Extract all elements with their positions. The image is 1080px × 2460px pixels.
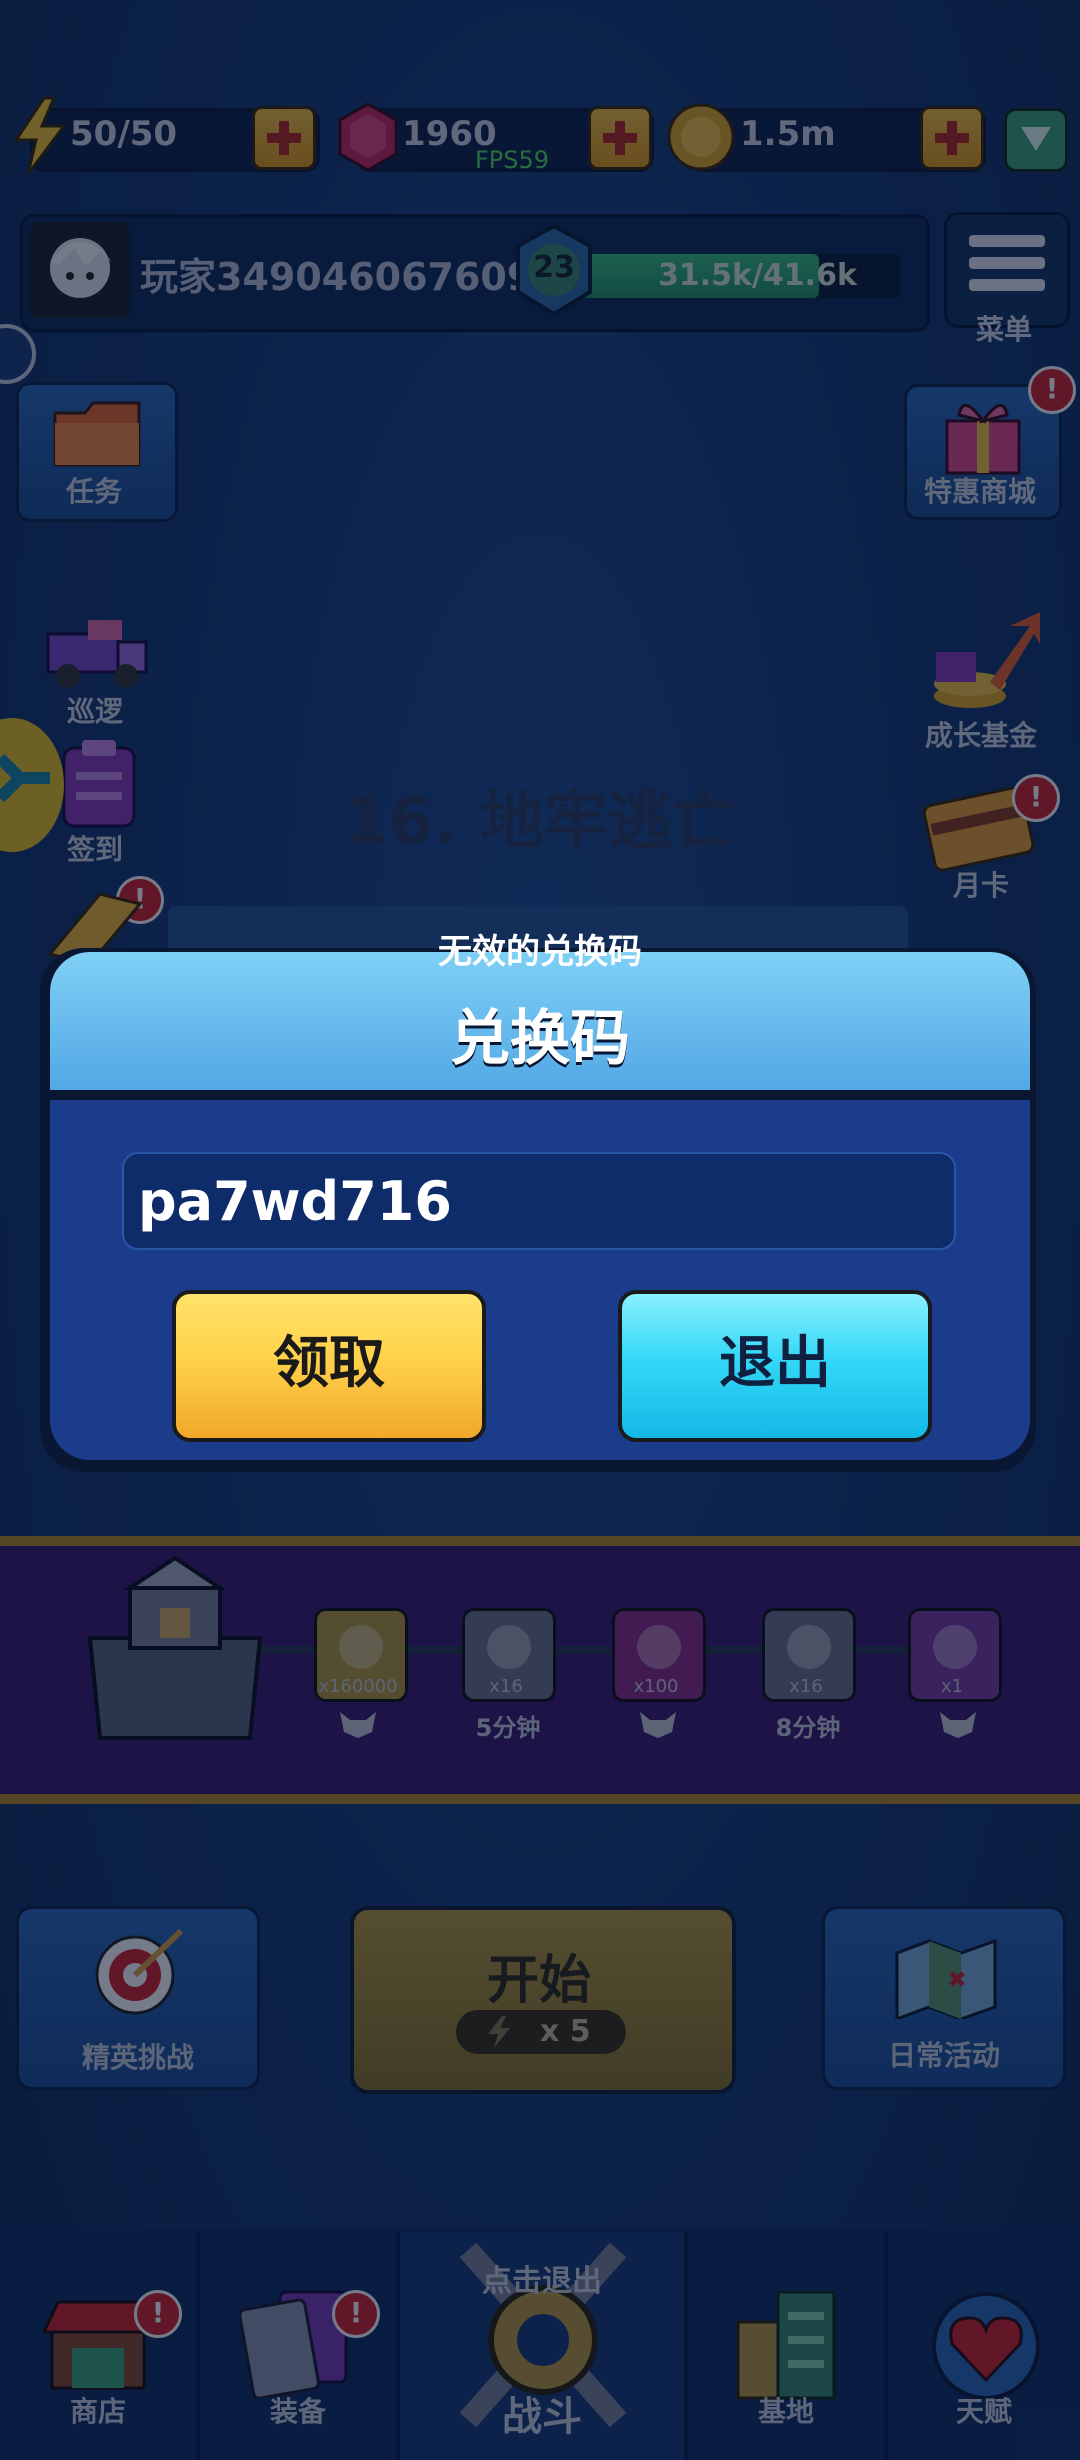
mystery-ticket-icon: [487, 1625, 531, 1669]
monthly-card-label: 月卡: [952, 869, 1009, 902]
demon-skull-icon: [340, 1712, 376, 1738]
alert-badge: !: [332, 2290, 380, 2338]
daily-events-label: 日常活动: [887, 2039, 1000, 2072]
tasks-label: 任务: [65, 475, 122, 508]
reward-quantity: x16: [489, 1676, 523, 1697]
nav-talent-label: 天赋: [955, 2395, 1012, 2428]
avatar-icon: [50, 238, 112, 298]
dialog-title: 兑换码: [450, 1004, 630, 1074]
key-icon: [933, 1625, 977, 1669]
map-icon: [895, 1938, 997, 2019]
growth-fund-label: 成长基金: [924, 719, 1037, 752]
start-label: 开始: [486, 1951, 591, 2011]
lightning-icon: [13, 96, 67, 175]
avatar[interactable]: [30, 222, 130, 318]
reward-quantity: x1: [940, 1676, 964, 1697]
reward-quantity: x100: [633, 1676, 679, 1697]
demon-skull-icon: [940, 1712, 976, 1738]
reward-quantity: x16: [789, 1676, 823, 1697]
gem-icon: [637, 1625, 681, 1669]
shield-icon: [1021, 127, 1051, 151]
energy-cost-value: x 5: [540, 2014, 591, 2049]
castle-icon[interactable]: [70, 1548, 280, 1758]
energy-value: 50/50: [70, 114, 178, 154]
buildings-icon: [736, 2290, 836, 2400]
lightning-icon: [488, 2016, 510, 2048]
fps-counter: FPS59: [475, 146, 550, 174]
nav-shop-label: 商店: [69, 2395, 126, 2428]
reward-quantity: x160000: [318, 1676, 398, 1697]
reward-time-2: 8分钟: [775, 1714, 841, 1742]
patrol-truck-icon[interactable]: [38, 614, 154, 694]
menu-icon: [969, 235, 1045, 247]
target-icon: [95, 1928, 184, 2015]
energy-cost: x 5: [456, 2010, 626, 2054]
gift-icon: [945, 404, 1021, 475]
coin-icon: [667, 103, 735, 171]
claim-button[interactable]: 领取: [172, 1290, 486, 1442]
shield-button[interactable]: [1004, 108, 1068, 172]
demon-skull-icon: [640, 1712, 676, 1738]
growth-fund-icon[interactable]: [920, 612, 1044, 716]
player-name: 玩家3490460676099: [140, 255, 560, 299]
nav-base-label: 基地: [757, 2395, 814, 2428]
menu-label: 菜单: [975, 313, 1032, 346]
reward-time-1: 5分钟: [475, 1714, 541, 1742]
nav-battle-label: 战斗: [502, 2394, 582, 2440]
xp-text: 31.5k/41.6k: [658, 258, 857, 293]
coin-icon: [339, 1625, 383, 1669]
capsule-icon: [787, 1625, 831, 1669]
nav-equipment-label: 装备: [269, 2395, 326, 2428]
battle-hint: 点击退出: [482, 2264, 602, 2299]
gem-icon: [338, 102, 398, 172]
coins-value: 1.5m: [740, 114, 836, 154]
coins-plus-button[interactable]: [920, 106, 984, 170]
level-number: 23: [533, 250, 575, 285]
level-title: 16. 地牢逃亡: [344, 785, 736, 859]
invalid-code-toast: 无效的兑换码: [438, 932, 642, 972]
side-indicator[interactable]: [0, 324, 36, 384]
energy-plus-button[interactable]: [252, 106, 316, 170]
special-shop-label: 特惠商城: [923, 475, 1036, 508]
alert-badge: !: [1028, 366, 1076, 414]
heart-shield-icon: [932, 2292, 1040, 2400]
folder-icon: [53, 401, 141, 467]
exit-button[interactable]: 退出: [618, 1290, 932, 1442]
alert-badge: !: [134, 2290, 182, 2338]
gems-plus-button[interactable]: [588, 106, 652, 170]
redeem-code-input[interactable]: [122, 1152, 956, 1250]
elite-challenge-label: 精英挑战: [81, 2041, 194, 2074]
